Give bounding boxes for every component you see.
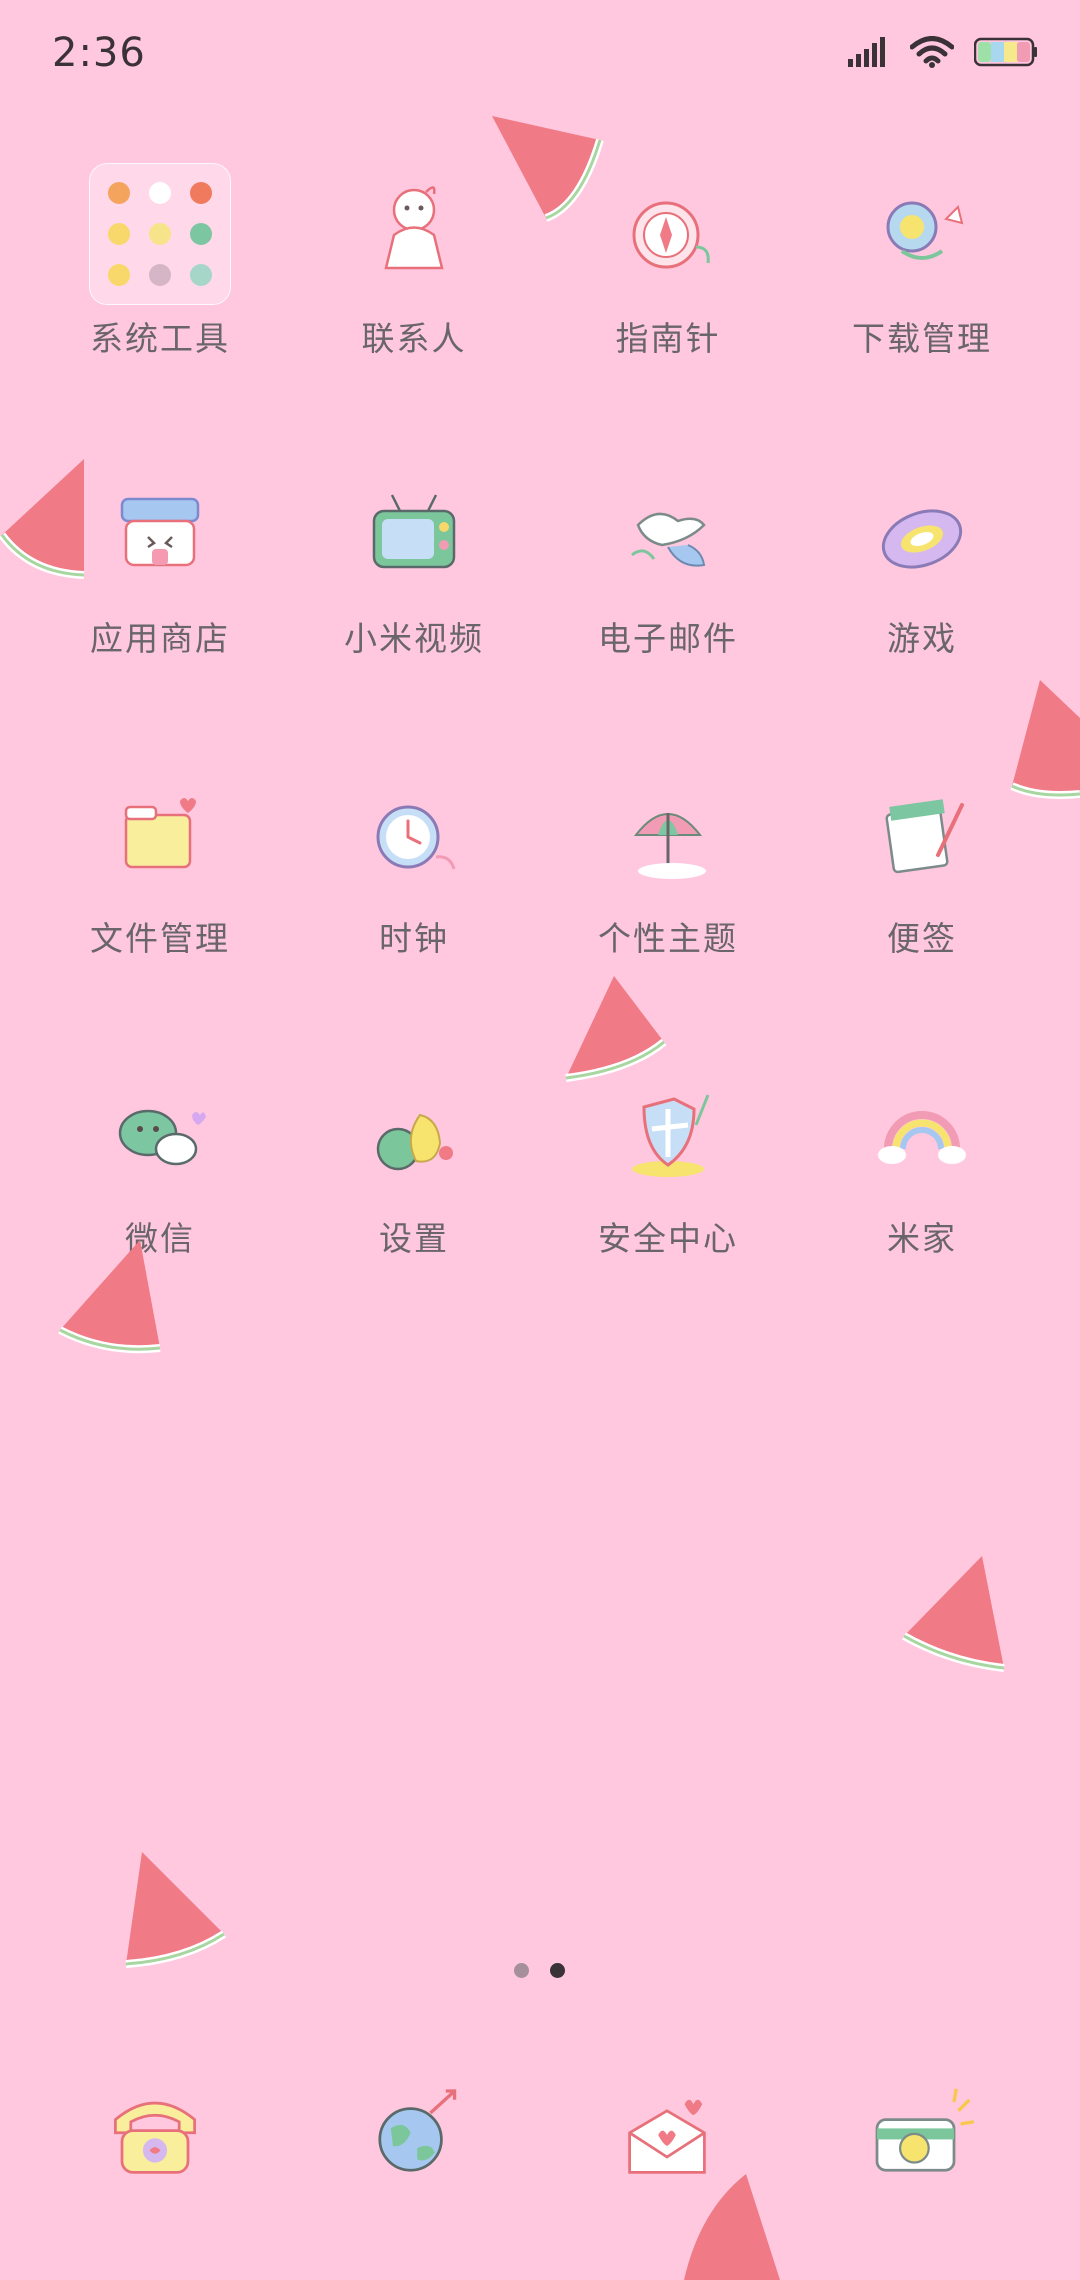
watermelon-decoration — [684, 2174, 780, 2280]
mijia-icon — [878, 1111, 966, 1164]
wifi-icon — [910, 36, 954, 68]
folder-icon — [89, 163, 231, 305]
status-time: 2:36 — [52, 30, 146, 76]
app-game[interactable]: 游戏 — [795, 450, 1049, 700]
app-email[interactable]: 电子邮件 — [541, 450, 795, 700]
watermelon-decoration — [0, 459, 85, 579]
page-dot-1[interactable] — [514, 1963, 529, 1978]
email-icon — [631, 512, 706, 567]
status-bar: 2:36 — [0, 0, 1080, 120]
game-icon — [881, 509, 963, 569]
app-label: 文件管理 — [90, 919, 230, 958]
theme-icon — [633, 813, 706, 879]
app-download-manager[interactable]: 下载管理 — [795, 150, 1049, 400]
app-label: 米家 — [887, 1219, 957, 1258]
app-label: 下载管理 — [852, 319, 992, 358]
app-system-tools-folder[interactable]: 系统工具 — [33, 150, 287, 400]
watermelon-decoration — [902, 1556, 1005, 1672]
app-settings[interactable]: 设置 — [287, 1050, 541, 1300]
wechat-icon — [118, 1109, 206, 1166]
watermelon-decoration — [1010, 680, 1080, 799]
signal-icon — [848, 37, 885, 67]
app-mi-video[interactable]: 小米视频 — [287, 450, 541, 700]
app-label: 联系人 — [361, 319, 467, 358]
app-label: 游戏 — [887, 619, 957, 658]
app-label: 个性主题 — [598, 919, 738, 958]
dock — [0, 2060, 1080, 2220]
contacts-icon — [384, 186, 444, 270]
app-mijia[interactable]: 米家 — [795, 1050, 1049, 1300]
app-clock[interactable]: 时钟 — [287, 750, 541, 1000]
camera-icon[interactable] — [866, 2080, 976, 2190]
app-label: 电子邮件 — [598, 619, 738, 658]
clock-icon — [376, 805, 456, 870]
file-manager-icon — [124, 798, 196, 869]
app-label: 指南针 — [615, 319, 721, 358]
status-icons — [848, 36, 1038, 68]
app-label: 时钟 — [379, 919, 449, 958]
watermelon-decoration — [125, 1852, 227, 1968]
app-label: 设置 — [379, 1219, 449, 1258]
video-icon — [372, 494, 456, 569]
phone-icon[interactable] — [100, 2080, 210, 2190]
battery-icon — [974, 37, 1037, 67]
watermelon-decoration — [565, 976, 667, 1082]
app-label: 安全中心 — [598, 1219, 738, 1258]
app-label: 应用商店 — [90, 619, 230, 658]
browser-globe-icon[interactable] — [360, 2080, 470, 2190]
app-themes[interactable]: 个性主题 — [541, 750, 795, 1000]
security-icon — [632, 1094, 710, 1177]
app-label: 系统工具 — [90, 319, 230, 358]
download-manager-icon — [886, 201, 964, 260]
watermelon-decoration — [58, 1240, 161, 1354]
watermelon-decoration — [492, 116, 604, 222]
app-store-icon — [120, 497, 200, 567]
settings-icon — [376, 1113, 453, 1171]
app-label: 小米视频 — [344, 619, 484, 658]
page-dot-2[interactable] — [550, 1963, 565, 1978]
app-label: 便签 — [887, 919, 957, 958]
app-file-manager[interactable]: 文件管理 — [33, 750, 287, 1000]
compass-icon — [632, 201, 710, 269]
notes-icon — [885, 799, 964, 874]
